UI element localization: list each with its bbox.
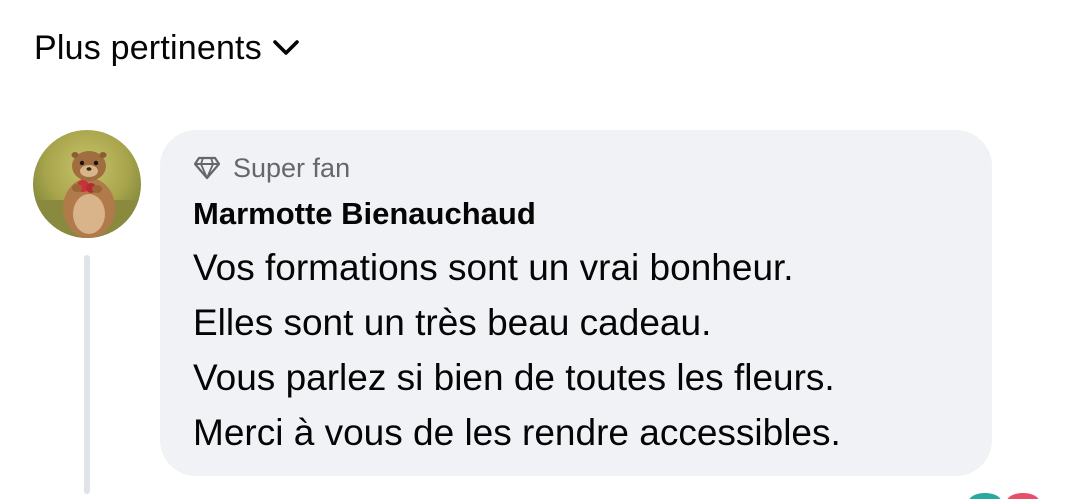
fan-badge: Super fan (193, 150, 962, 186)
author-name[interactable]: Marmotte Bienauchaud (193, 194, 962, 234)
thread-line (84, 255, 90, 494)
comment-text: Vos formations sont un vrai bonheur. Ell… (193, 240, 962, 460)
comment: Super fan Marmotte Bienauchaud Vos forma… (0, 0, 1080, 504)
comment-line: Vos formations sont un vrai bonheur. (193, 247, 794, 288)
comment-line: Merci à vous de les rendre accessibles. (193, 412, 841, 453)
comment-bubble: Super fan Marmotte Bienauchaud Vos forma… (160, 130, 992, 476)
badge-label: Super fan (233, 152, 351, 183)
comment-line: Vous parlez si bien de toutes les fleurs… (193, 357, 835, 398)
diamond-icon (193, 156, 221, 180)
reaction-icons-peek (965, 486, 1045, 504)
comment-line: Elles sont un très beau cadeau. (193, 302, 712, 343)
avatar[interactable] (33, 130, 141, 238)
